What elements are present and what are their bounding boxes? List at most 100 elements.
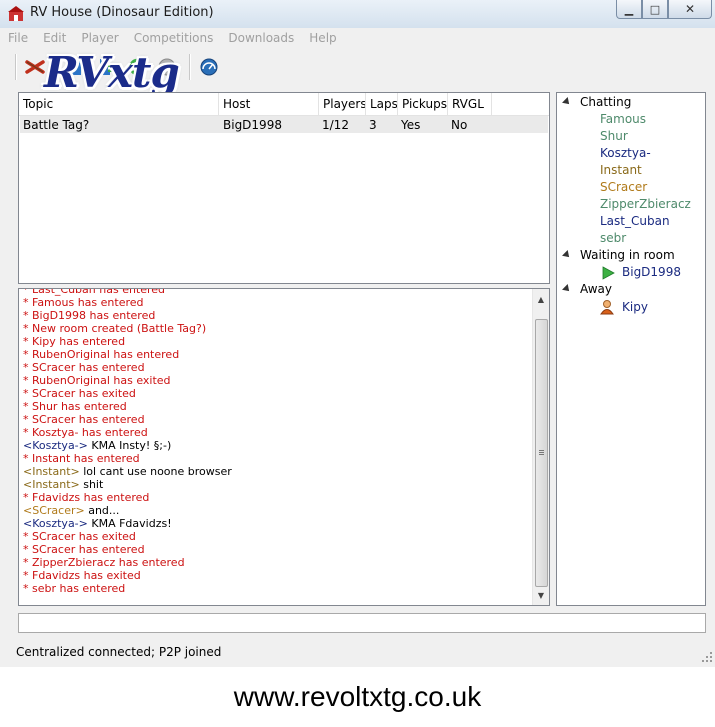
speedometer-icon bbox=[200, 58, 218, 76]
group-away[interactable]: Away bbox=[562, 282, 612, 296]
col-pickups[interactable]: Pickups bbox=[402, 97, 447, 111]
expand-triangle-icon[interactable] bbox=[562, 284, 572, 294]
scroll-up-button[interactable]: ▲ bbox=[533, 291, 549, 307]
group-chatting[interactable]: Chatting bbox=[562, 95, 631, 109]
chat-username[interactable]: Instant bbox=[32, 478, 70, 491]
chat-line: * Famous has entered bbox=[23, 296, 144, 309]
room-players: 1/12 bbox=[322, 118, 349, 132]
chat-line: * Fdavidzs has entered bbox=[23, 491, 150, 504]
column-divider[interactable] bbox=[365, 93, 366, 115]
expand-triangle-icon[interactable] bbox=[562, 97, 572, 107]
menu-player[interactable]: Player bbox=[81, 31, 118, 45]
footer: www.revoltxtg.co.uk bbox=[0, 667, 715, 727]
maximize-button[interactable]: □ bbox=[642, 0, 668, 19]
chat-message: shit bbox=[79, 478, 104, 491]
maximize-icon: □ bbox=[649, 2, 661, 16]
chat-scrollbar[interactable]: ▲ ▼ bbox=[532, 289, 549, 605]
bracket: < bbox=[23, 465, 33, 478]
col-rvgl[interactable]: RVGL bbox=[452, 97, 484, 111]
chat-username[interactable]: SCracer bbox=[32, 504, 75, 517]
close-icon: ✕ bbox=[684, 2, 696, 16]
expand-triangle-icon[interactable] bbox=[562, 250, 572, 260]
chat-lines: * Last_Cuban has entered * Famous has ent… bbox=[23, 288, 533, 595]
minimize-icon: ▁ bbox=[624, 2, 634, 16]
chat-line: * Kosztya- has entered bbox=[23, 426, 148, 439]
scroll-thumb[interactable] bbox=[535, 319, 548, 587]
menu-help[interactable]: Help bbox=[309, 31, 336, 45]
bracket: < bbox=[23, 478, 33, 491]
chat-message: and... bbox=[84, 504, 120, 517]
room-topic: Battle Tag? bbox=[23, 118, 90, 132]
col-host[interactable]: Host bbox=[223, 97, 250, 111]
minimize-button[interactable]: ▁ bbox=[616, 0, 642, 19]
column-divider[interactable] bbox=[397, 93, 398, 115]
chat-line: * sebr has entered bbox=[23, 582, 126, 595]
play-icon bbox=[602, 266, 615, 280]
chat-line: * Instant has entered bbox=[23, 452, 140, 465]
menu-bar: File Edit Player Competitions Downloads … bbox=[0, 28, 715, 48]
chat-log: * Last_Cuban has entered * Famous has ent… bbox=[18, 288, 550, 606]
bracket: > bbox=[78, 517, 88, 530]
menu-downloads[interactable]: Downloads bbox=[228, 31, 294, 45]
chat-username[interactable]: Kosztya- bbox=[32, 439, 78, 452]
menu-file[interactable]: File bbox=[8, 31, 28, 45]
chat-line: * New room created (Battle Tag?) bbox=[23, 322, 207, 335]
chat-message: KMA Insty! §;-) bbox=[87, 439, 172, 452]
room-laps: 3 bbox=[369, 118, 377, 132]
chat-username[interactable]: Instant bbox=[32, 465, 70, 478]
chat-line: * Last_Cuban has entered bbox=[23, 288, 166, 296]
chat-input[interactable] bbox=[18, 613, 706, 633]
col-topic[interactable]: Topic bbox=[23, 97, 53, 111]
disconnect-icon bbox=[25, 60, 45, 74]
user-kosztya[interactable]: Kosztya- bbox=[600, 146, 651, 160]
user-list: Chatting Famous Shur Kosztya- Instant SC… bbox=[556, 92, 706, 606]
speedometer-button[interactable] bbox=[196, 54, 222, 80]
user-instant[interactable]: Instant bbox=[600, 163, 642, 177]
window-title: RV House (Dinosaur Edition) bbox=[30, 5, 214, 20]
chat-line: * BigD1998 has entered bbox=[23, 309, 156, 322]
chat-line: * RubenOriginal has entered bbox=[23, 348, 180, 361]
toolbar-separator bbox=[15, 54, 17, 80]
away-user-icon bbox=[600, 300, 614, 315]
group-waiting[interactable]: Waiting in room bbox=[562, 248, 675, 262]
rv-house-icon bbox=[8, 6, 24, 21]
chat-line: * SCracer has entered bbox=[23, 361, 145, 374]
column-divider[interactable] bbox=[491, 93, 492, 115]
column-divider[interactable] bbox=[218, 93, 219, 115]
user-sebr[interactable]: sebr bbox=[600, 231, 626, 245]
chat-username[interactable]: Kosztya- bbox=[32, 517, 78, 530]
room-pickups: Yes bbox=[401, 118, 421, 132]
title-bar[interactable]: RV House (Dinosaur Edition) ▁ □ ✕ bbox=[0, 0, 715, 28]
chat-line: * Fdavidzs has exited bbox=[23, 569, 141, 582]
user-kipy[interactable]: Kipy bbox=[622, 300, 648, 314]
scroll-down-button[interactable]: ▼ bbox=[533, 587, 549, 603]
room-row[interactable]: Battle Tag? BigD1998 1/12 3 Yes No bbox=[20, 116, 548, 133]
chat-message: KMA Fdavidzs! bbox=[87, 517, 172, 530]
user-scracer[interactable]: SCracer bbox=[600, 180, 647, 194]
menu-edit[interactable]: Edit bbox=[43, 31, 66, 45]
arrow-up-icon: ▲ bbox=[537, 294, 545, 304]
menu-competitions[interactable]: Competitions bbox=[134, 31, 214, 45]
app-window: RV House (Dinosaur Edition) ▁ □ ✕ File E… bbox=[0, 0, 715, 667]
col-laps[interactable]: Laps bbox=[370, 97, 398, 111]
grip-line bbox=[539, 454, 544, 455]
bracket: > bbox=[78, 439, 88, 452]
user-bigd1998[interactable]: BigD1998 bbox=[622, 265, 681, 279]
room-list: Topic Host Players Laps Pickups RVGL Bat… bbox=[18, 92, 550, 284]
user-last-cuban[interactable]: Last_Cuban bbox=[600, 214, 670, 228]
rvxtg-logo: RVxtg bbox=[44, 48, 180, 97]
arrow-down-icon: ▼ bbox=[537, 590, 545, 600]
user-famous[interactable]: Famous bbox=[600, 112, 646, 126]
chat-line: * SCracer has entered bbox=[23, 413, 145, 426]
column-divider[interactable] bbox=[447, 93, 448, 115]
grip-line bbox=[539, 450, 544, 451]
chat-line: * Kipy has entered bbox=[23, 335, 126, 348]
close-button[interactable]: ✕ bbox=[668, 0, 712, 19]
user-shur[interactable]: Shur bbox=[600, 129, 628, 143]
resize-grip-icon[interactable] bbox=[701, 651, 713, 663]
chat-line: <SCracer> and... bbox=[23, 504, 533, 517]
chat-line: * Shur has entered bbox=[23, 400, 127, 413]
user-zipperzbieracz[interactable]: ZipperZbieracz bbox=[600, 197, 691, 211]
column-divider[interactable] bbox=[318, 93, 319, 115]
col-players[interactable]: Players bbox=[323, 97, 367, 111]
